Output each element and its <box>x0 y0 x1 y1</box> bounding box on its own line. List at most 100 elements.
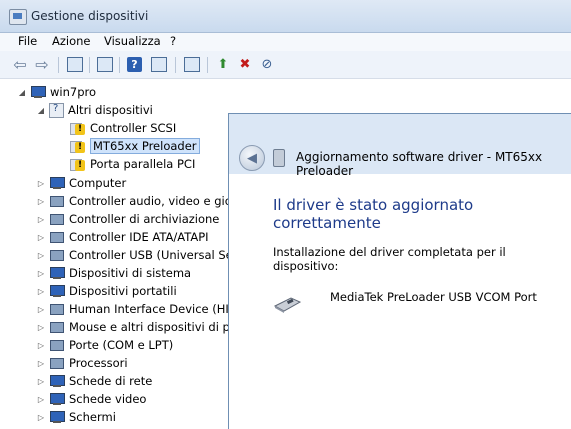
tree-category-storage[interactable]: ▷ Controller di archiviazione <box>37 210 219 228</box>
tree-category-label: Human Interface Device (HID <box>69 302 238 316</box>
tree-category-label: Mouse e altri dispositivi di pu <box>69 320 238 334</box>
expand-icon[interactable]: ▷ <box>37 179 45 188</box>
window-view-icon[interactable] <box>150 56 168 73</box>
expand-icon[interactable]: ▷ <box>37 269 45 278</box>
completion-message: Installazione del driver completata per … <box>273 245 506 273</box>
expand-icon[interactable]: ▷ <box>37 341 45 350</box>
forward-arrow-icon[interactable]: ⇨ <box>33 55 51 74</box>
network-adapter-icon <box>49 374 65 388</box>
tree-category-portable[interactable]: ▷ Dispositivi portatili <box>37 282 177 300</box>
tree-root-label: win7pro <box>50 85 97 99</box>
speaker-icon <box>49 194 65 208</box>
display-adapter-icon <box>49 392 65 406</box>
tree-item-label: Porta parallela PCI <box>90 157 196 171</box>
expand-icon[interactable]: ▷ <box>37 233 45 242</box>
tree-category-network[interactable]: ▷ Schede di rete <box>37 372 152 390</box>
tree-category-label: Controller IDE ATA/ATAPI <box>69 230 209 244</box>
computer-icon <box>30 85 46 99</box>
warning-icon <box>70 157 86 171</box>
expand-icon[interactable]: ▷ <box>37 251 45 260</box>
tree-category-label: Schede di rete <box>69 374 153 388</box>
tree-category-hid[interactable]: ▷ Human Interface Device (HID <box>37 300 238 318</box>
computer-icon <box>49 176 65 190</box>
tree-category-label: Porte (COM e LPT) <box>69 338 174 352</box>
expand-icon[interactable]: ▷ <box>37 197 45 206</box>
expand-icon[interactable]: ▷ <box>37 287 45 296</box>
tree-category-ide[interactable]: ▷ Controller IDE ATA/ATAPI <box>37 228 209 246</box>
show-hide-console-tree-icon[interactable] <box>66 56 84 73</box>
usb-cable-icon <box>273 297 302 313</box>
ide-controller-icon <box>49 230 65 244</box>
tree-category-label: Schede video <box>69 392 147 406</box>
tree-category-label: Processori <box>69 356 128 370</box>
tree-category-computer[interactable]: ▷ Computer <box>37 174 126 192</box>
menu-help[interactable]: ? <box>170 34 176 48</box>
tree-root[interactable]: ◢ win7pro <box>18 83 96 101</box>
update-driver-wizard: ◀ Aggiornamento software driver - MT65xx… <box>228 113 571 429</box>
uninstall-icon[interactable]: ✖ <box>236 56 254 73</box>
warning-icon <box>70 121 86 135</box>
back-arrow-icon[interactable]: ⇦ <box>11 55 29 74</box>
hid-icon <box>49 302 65 316</box>
tree-item-controller-scsi[interactable]: Controller SCSI <box>70 119 176 137</box>
wizard-title: Aggiornamento software driver - MT65xx P… <box>296 150 543 178</box>
tree-category-label: Dispositivi portatili <box>69 284 177 298</box>
wizard-header: ◀ Aggiornamento software driver - MT65xx… <box>229 114 571 178</box>
window-title: Gestione dispositivi <box>31 9 149 23</box>
tree-item-label: Controller SCSI <box>90 121 177 135</box>
help-icon[interactable]: ? <box>127 57 142 72</box>
expand-icon[interactable]: ▷ <box>37 413 45 422</box>
toolbar-separator <box>58 57 59 73</box>
properties-icon[interactable] <box>96 56 114 73</box>
portable-device-icon <box>49 284 65 298</box>
tree-item-mt65xx-preloader[interactable]: MT65xx Preloader <box>70 137 200 155</box>
tree-category-label: Schermi <box>69 410 116 424</box>
toolbar-separator <box>119 57 120 73</box>
expand-icon[interactable]: ▷ <box>37 359 45 368</box>
port-icon <box>49 338 65 352</box>
menu-visualizza[interactable]: Visualizza <box>104 34 161 48</box>
success-heading: Il driver è stato aggiornato correttamen… <box>273 196 474 232</box>
toolbar-separator <box>89 57 90 73</box>
tree-group-label: Altri dispositivi <box>68 103 153 117</box>
storage-controller-icon <box>49 212 65 226</box>
processor-icon <box>49 356 65 370</box>
tree-item-porta-parallela-pci[interactable]: Porta parallela PCI <box>70 155 195 173</box>
title-bar: Gestione dispositivi <box>0 0 571 33</box>
expand-icon[interactable]: ▷ <box>37 323 45 332</box>
toolbar-separator <box>175 57 176 73</box>
back-button[interactable]: ◀ <box>239 145 265 171</box>
tree-category-processors[interactable]: ▷ Processori <box>37 354 128 372</box>
update-driver-icon[interactable]: ⬆ <box>214 56 232 73</box>
tree-category-usb[interactable]: ▷ Controller USB (Universal Seri <box>37 246 241 264</box>
usb-device-icon <box>273 149 285 167</box>
collapse-icon[interactable]: ◢ <box>18 88 26 97</box>
expand-icon[interactable]: ▷ <box>37 305 45 314</box>
collapse-icon[interactable]: ◢ <box>37 106 45 115</box>
tree-category-label: Controller USB (Universal Seri <box>69 248 241 262</box>
monitor-icon <box>49 410 65 424</box>
tree-category-system[interactable]: ▷ Dispositivi di sistema <box>37 264 191 282</box>
menu-file[interactable]: File <box>18 34 37 48</box>
tree-category-audio[interactable]: ▷ Controller audio, video e gioc <box>37 192 238 210</box>
warning-icon <box>70 139 86 153</box>
tree-category-ports[interactable]: ▷ Porte (COM e LPT) <box>37 336 173 354</box>
tree-category-label: Controller di archiviazione <box>69 212 220 226</box>
tree-group-other-devices[interactable]: ◢ Altri dispositivi <box>37 101 153 119</box>
toolbar-separator <box>207 57 208 73</box>
tree-item-label: MT65xx Preloader <box>90 138 200 154</box>
device-manager-icon <box>9 9 27 25</box>
tree-category-video[interactable]: ▷ Schede video <box>37 390 147 408</box>
scan-hardware-icon[interactable] <box>183 56 201 73</box>
tree-category-mouse[interactable]: ▷ Mouse e altri dispositivi di pu <box>37 318 237 336</box>
expand-icon[interactable]: ▷ <box>37 377 45 386</box>
tree-category-label: Computer <box>69 176 127 190</box>
expand-icon[interactable]: ▷ <box>37 215 45 224</box>
mouse-icon <box>49 320 65 334</box>
disable-device-icon[interactable]: ⊘ <box>258 56 276 73</box>
tree-category-monitors[interactable]: ▷ Schermi <box>37 408 116 426</box>
expand-icon[interactable]: ▷ <box>37 395 45 404</box>
menu-bar: File Azione Visualizza ? <box>0 33 571 51</box>
menu-azione[interactable]: Azione <box>52 34 91 48</box>
tree-category-label: Controller audio, video e gioc <box>69 194 239 208</box>
